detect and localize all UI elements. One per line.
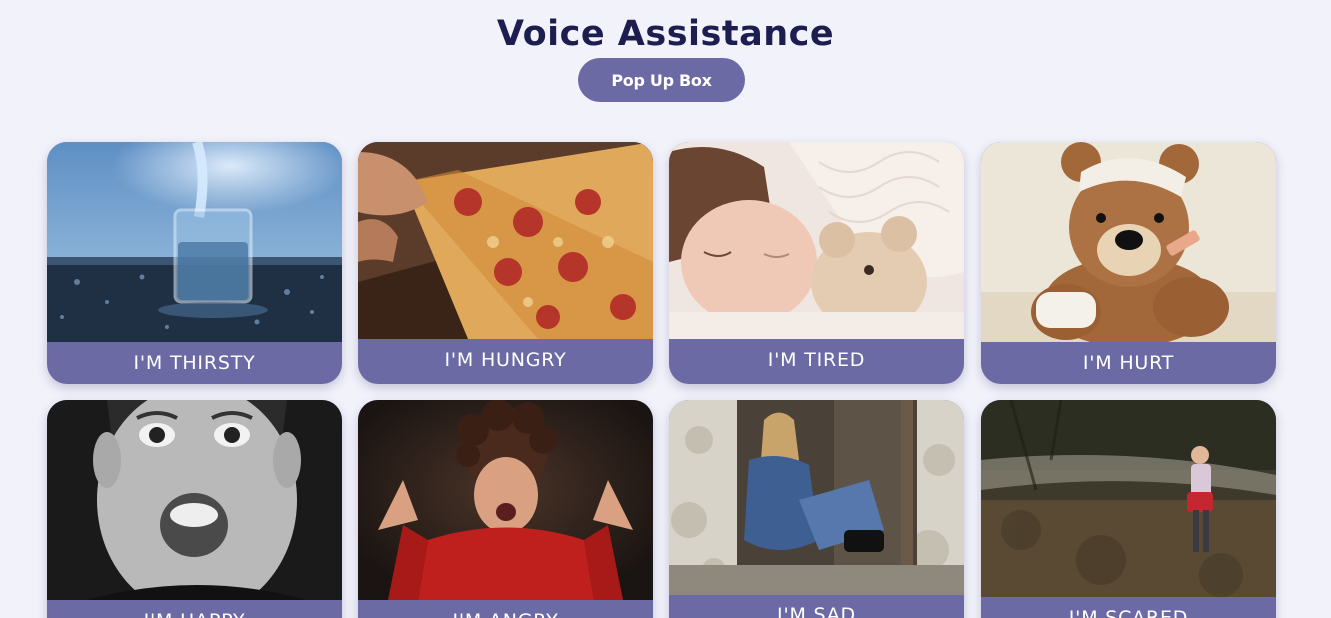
card-hurt[interactable]: I'M HURT [981,142,1276,384]
bandaged-teddy-bear-image [981,142,1276,342]
girl-in-forest-image [981,400,1276,597]
card-hungry[interactable]: I'M HUNGRY [358,142,653,384]
pizza-slice-image [358,142,653,339]
card-label-angry: I'M ANGRY [358,600,653,618]
excited-boy-image [47,400,342,600]
card-angry[interactable]: I'M ANGRY [358,400,653,618]
card-sad[interactable]: I'M SAD [669,400,964,618]
pop-up-box-button[interactable]: Pop Up Box [578,58,745,102]
page-title: Voice Assistance [496,14,835,54]
card-label-scared: I'M SCARED [1068,607,1189,618]
card-label-happy: I'M HAPPY [47,600,342,618]
glass-of-water-image [47,142,342,342]
screaming-boy-image [358,400,653,600]
card-tired[interactable]: I'M TIRED [669,142,964,384]
card-thirsty[interactable]: I'M THIRSTY [47,142,342,384]
sleeping-child-image [669,142,964,339]
card-label-thirsty: I'M THIRSTY [133,352,256,374]
card-label-hurt: I'M HURT [1082,352,1175,374]
voice-assistance-page: Voice Assistance Pop Up Box I'M THIRSTY … [0,0,1331,618]
card-label-tired: I'M TIRED [767,349,866,371]
sad-girl-in-doorway-image [669,400,964,595]
card-label-hungry: I'M HUNGRY [444,349,567,371]
card-scared[interactable]: I'M SCARED [981,400,1276,618]
card-happy[interactable]: I'M HAPPY [47,400,342,618]
card-label-sad: I'M SAD [777,604,856,618]
